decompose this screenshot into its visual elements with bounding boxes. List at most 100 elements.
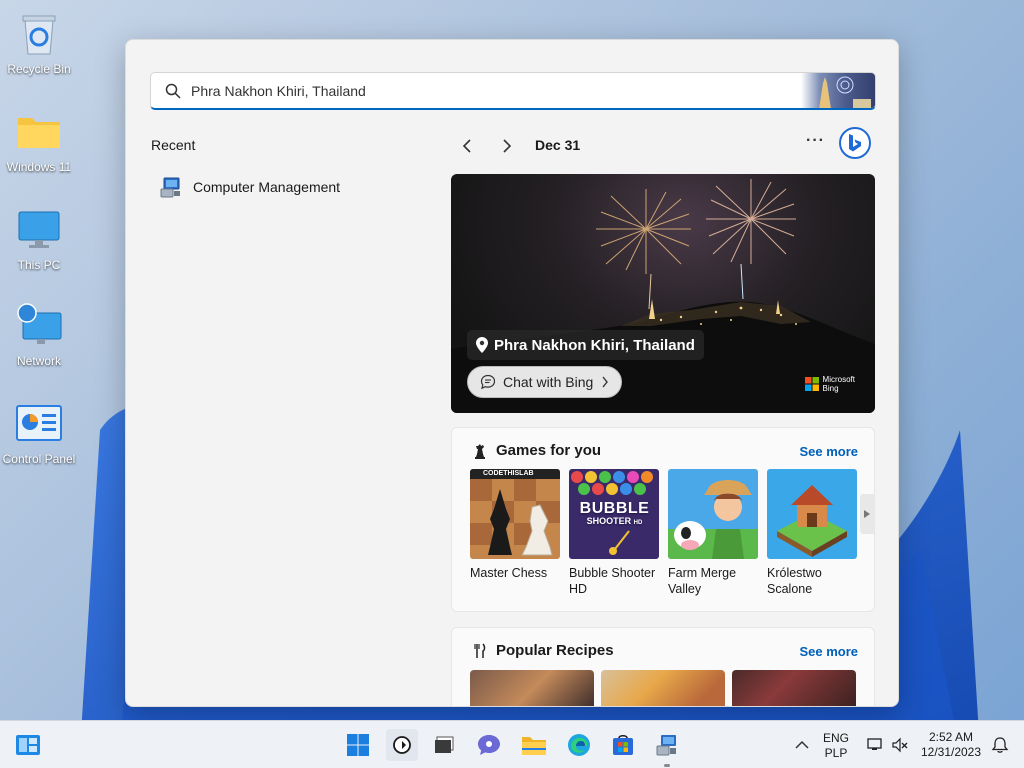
desktop-icon-label: This PC xyxy=(17,258,61,272)
edge-icon xyxy=(568,734,590,756)
recent-heading: Recent xyxy=(151,137,196,153)
search-box[interactable]: Phra Nakhon Khiri, Thailand xyxy=(150,72,876,110)
recipe-tile-1[interactable] xyxy=(470,670,594,706)
bing-button[interactable] xyxy=(839,127,871,159)
game-name: Bubble Shooter HD xyxy=(569,566,656,596)
previous-button[interactable] xyxy=(455,134,479,158)
microsoft-bing-logo: Microsoft Bing xyxy=(804,375,855,393)
game-tile-farm-merge-valley[interactable]: Farm Merge Valley xyxy=(668,469,758,597)
monitor-icon xyxy=(15,206,63,254)
widgets-button[interactable] xyxy=(12,729,44,761)
utensils-icon xyxy=(474,642,486,658)
recent-item-computer-management[interactable]: Computer Management xyxy=(159,174,340,200)
desktop-icon-label: Recycle Bin xyxy=(7,62,71,76)
brand-line-1: Microsoft xyxy=(822,375,855,384)
network-disconnected-icon xyxy=(867,738,882,750)
caret-right-icon xyxy=(864,510,870,518)
desktop-icon-this-pc[interactable]: This PC xyxy=(0,206,78,272)
folder-icon xyxy=(522,737,546,755)
widgets-icon xyxy=(16,735,40,755)
file-explorer-button[interactable] xyxy=(518,729,550,761)
chat-teams-button[interactable] xyxy=(473,729,505,761)
microsoft-store-button[interactable] xyxy=(607,729,639,761)
date-label: Dec 31 xyxy=(535,137,581,153)
games-see-more-link[interactable]: See more xyxy=(799,444,858,459)
location-pin-icon xyxy=(476,337,488,353)
chess-piece-icon xyxy=(475,443,485,459)
folder-icon xyxy=(15,108,63,156)
search-icon xyxy=(165,83,181,99)
recipes-see-more-link[interactable]: See more xyxy=(799,644,858,659)
clock-time: 2:52 AM xyxy=(928,730,974,744)
bing-icon xyxy=(849,134,861,152)
clock-date: 12/31/2023 xyxy=(920,745,982,759)
desktop-icon-label: Windows 11 xyxy=(6,160,72,174)
notifications-button[interactable] xyxy=(984,729,1016,761)
chevron-up-icon xyxy=(795,740,809,749)
desktop-icon-control-panel[interactable]: Control Panel xyxy=(0,400,78,466)
keyboard-layout-code: PLP xyxy=(824,746,848,760)
search-highlight-image xyxy=(801,73,875,108)
computer-management-taskbar-button[interactable] xyxy=(651,729,683,767)
taskbar: ENG PLP 2:52 AM 12/31/2023 xyxy=(0,720,1024,768)
notification-bell-icon xyxy=(991,737,1009,753)
edge-browser-button[interactable] xyxy=(563,729,595,761)
volume-muted-icon xyxy=(892,737,908,753)
bubble-hd: HD xyxy=(633,520,643,526)
search-taskbar-button[interactable] xyxy=(386,729,418,761)
games-title: Games for you xyxy=(496,442,602,459)
recipes-title: Popular Recipes xyxy=(496,642,614,659)
chat-with-bing-button[interactable]: Chat with Bing xyxy=(467,366,623,398)
game-name: Master Chess xyxy=(470,566,548,580)
chevron-left-icon xyxy=(462,139,471,153)
codethislab-badge: CODETHISLAB xyxy=(483,470,534,477)
teams-chat-icon xyxy=(478,735,500,755)
computer-management-icon xyxy=(656,735,676,756)
task-view-button[interactable] xyxy=(428,729,460,761)
location-label: Phra Nakhon Khiri, Thailand xyxy=(494,336,695,354)
search-panel: Phra Nakhon Khiri, Thailand Recent Compu… xyxy=(125,39,899,707)
next-button[interactable] xyxy=(495,134,519,158)
location-badge[interactable]: Phra Nakhon Khiri, Thailand xyxy=(467,330,704,360)
game-name: Królestwo Scalone xyxy=(767,566,822,596)
desktop-icon-recycle-bin[interactable]: Recycle Bin xyxy=(0,10,78,76)
recent-item-label: Computer Management xyxy=(193,179,341,195)
game-tile-master-chess[interactable]: Master Chess xyxy=(470,469,560,581)
search-input[interactable]: Phra Nakhon Khiri, Thailand xyxy=(191,83,366,99)
recycle-bin-icon xyxy=(15,10,63,58)
krolestwo-scalone-art xyxy=(767,469,857,559)
recipe-tile-3[interactable] xyxy=(732,670,856,706)
show-hidden-icons-button[interactable] xyxy=(786,729,818,761)
microsoft-logo-icon xyxy=(804,377,819,391)
desktop-icon-label: Control Panel xyxy=(2,452,76,466)
game-name: Farm Merge Valley xyxy=(668,566,737,596)
start-button[interactable] xyxy=(342,729,374,761)
more-options-button[interactable]: ··· xyxy=(806,132,825,150)
bubble-title: BUBBLE xyxy=(579,500,650,517)
games-heading: Games for you xyxy=(472,442,601,459)
games-scroll-right-button[interactable] xyxy=(860,494,874,534)
game-tile-krolestwo-scalone[interactable]: Królestwo Scalone xyxy=(767,469,857,597)
chevron-right-icon xyxy=(503,139,512,153)
task-view-icon xyxy=(435,736,454,753)
desktop-icon-label: Network xyxy=(16,354,61,368)
chat-with-bing-label: Chat with Bing xyxy=(503,374,594,390)
volume-button[interactable] xyxy=(884,729,916,761)
games-card: Games for you See more Master Chess CODE… xyxy=(451,427,875,612)
brand-line-2: Bing xyxy=(822,384,839,393)
language-code: ENG xyxy=(822,731,849,745)
bubble-shooter-logo: BUBBLE SHOOTER HD xyxy=(577,500,652,528)
master-chess-art xyxy=(470,469,560,559)
game-tile-bubble-shooter-hd[interactable]: Bubble Shooter HD xyxy=(569,469,659,597)
input-language-button[interactable]: ENG PLP xyxy=(816,731,856,761)
bubble-subtitle: SHOOTER xyxy=(586,516,632,526)
desktop-icon-network[interactable]: Network xyxy=(0,302,78,368)
store-icon xyxy=(613,735,633,755)
clock-button[interactable]: 2:52 AM 12/31/2023 xyxy=(916,730,986,760)
hero-image-card[interactable]: Phra Nakhon Khiri, Thailand Chat with Bi… xyxy=(451,174,875,413)
desktop-icon-windows-11[interactable]: Windows 11 xyxy=(0,108,78,174)
chat-icon xyxy=(480,374,496,390)
chevron-right-icon xyxy=(602,376,609,388)
recipe-tile-2[interactable] xyxy=(601,670,725,706)
running-indicator xyxy=(664,764,670,767)
